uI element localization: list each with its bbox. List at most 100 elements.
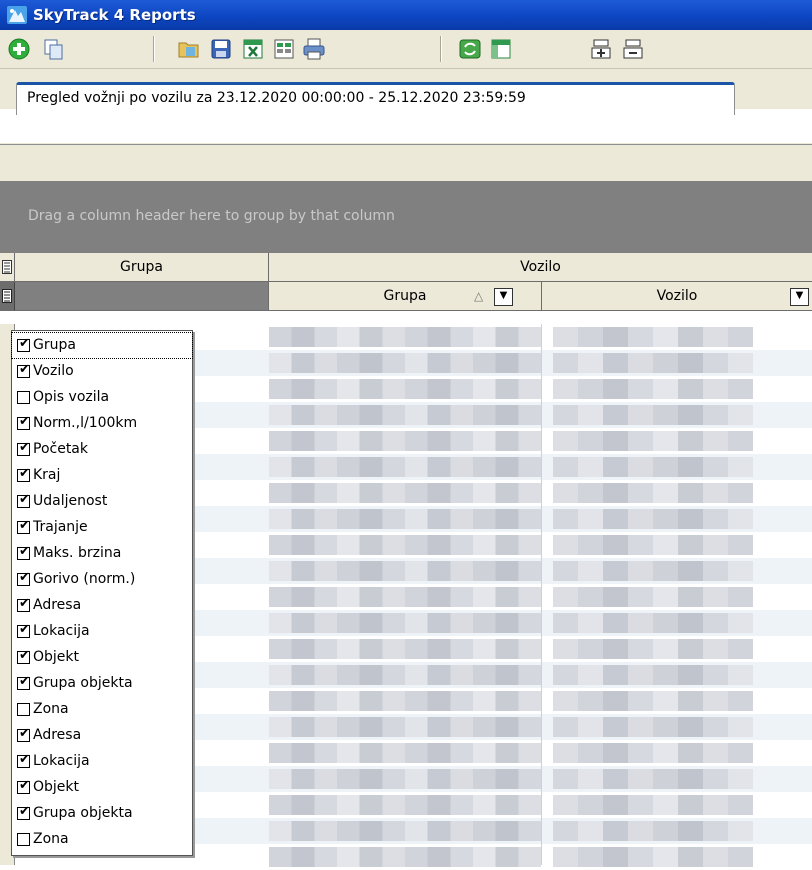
column-chooser-item-label: Opis vozila <box>33 389 110 405</box>
checkbox[interactable]: ✔ <box>17 414 30 430</box>
column-chooser-item[interactable]: ✔ Grupa objekta <box>12 801 192 826</box>
refresh-icon[interactable] <box>458 37 482 61</box>
filter-dropdown-button[interactable]: ▼ <box>494 288 513 306</box>
checkmark-icon: ✔ <box>19 648 30 663</box>
app-logo-icon <box>7 6 27 24</box>
checkbox[interactable]: ✔ <box>17 752 30 768</box>
checkmark-icon: ✔ <box>19 804 30 819</box>
column-chooser-button[interactable] <box>0 253 15 282</box>
column-chooser-item[interactable]: ✔ Adresa <box>12 723 192 748</box>
checkbox[interactable]: ✔ <box>17 518 30 534</box>
add-icon[interactable] <box>7 37 31 61</box>
checkbox[interactable]: ✔ <box>17 492 30 508</box>
column-chooser-item-label: Adresa <box>33 597 82 613</box>
checkbox[interactable]: ✔ <box>17 544 30 560</box>
column-chooser-item[interactable]: Opis vozila <box>12 385 192 410</box>
band-header-vozilo-label: Vozilo <box>520 259 561 275</box>
column-chooser-button-active[interactable] <box>0 282 15 311</box>
vozilo-cell <box>553 405 753 425</box>
grupa-cell <box>269 483 541 503</box>
column-chooser-item[interactable]: ✔ Adresa <box>12 593 192 618</box>
checkbox[interactable]: ✔ <box>17 362 30 378</box>
toolbar-separator <box>440 36 442 62</box>
export-icon[interactable] <box>272 37 296 61</box>
column-header-vozilo-label: Vozilo <box>656 288 698 304</box>
column-chooser-item-label: Norm.,l/100km <box>33 415 138 431</box>
checkbox[interactable] <box>17 703 30 716</box>
column-header-grupa[interactable]: Grupa △ ▼ <box>269 282 542 311</box>
checkbox[interactable]: ✔ <box>17 674 30 690</box>
checkmark-icon: ✔ <box>19 466 30 481</box>
column-header-grupa-label: Grupa <box>383 288 427 304</box>
column-chooser-item[interactable]: ✔ Vozilo <box>12 359 192 384</box>
grupa-cell <box>269 405 541 425</box>
group-by-panel[interactable]: Drag a column header here to group by th… <box>0 181 812 253</box>
checkmark-icon: ✔ <box>19 492 30 507</box>
column-chooser-item[interactable]: ✔ Objekt <box>12 645 192 670</box>
grupa-cell <box>269 639 541 659</box>
column-chooser-item[interactable]: ✔ Gorivo (norm.) <box>12 567 192 592</box>
grupa-cell <box>269 353 541 373</box>
print-icon[interactable] <box>302 37 326 61</box>
column-chooser-item[interactable]: ✔ Objekt <box>12 775 192 800</box>
column-chooser-item-label: Trajanje <box>33 519 88 535</box>
column-chooser-item[interactable]: ✔ Trajanje <box>12 515 192 540</box>
checkbox[interactable]: ✔ <box>17 440 30 456</box>
checkbox[interactable]: ✔ <box>17 622 30 638</box>
checkbox[interactable]: ✔ <box>17 648 30 664</box>
grupa-cell <box>269 613 541 633</box>
save-icon[interactable] <box>209 37 233 61</box>
column-chooser-item[interactable]: ✔ Lokacija <box>12 749 192 774</box>
column-chooser-item[interactable]: ✔ Lokacija <box>12 619 192 644</box>
window-icon[interactable] <box>489 37 513 61</box>
column-chooser-item[interactable]: ✔ Norm.,l/100km <box>12 411 192 436</box>
title-bar: SkyTrack 4 Reports <box>0 0 812 30</box>
checkbox[interactable]: ✔ <box>17 778 30 794</box>
column-chooser-item-label: Grupa objekta <box>33 805 133 821</box>
grupa-cell <box>269 795 541 815</box>
column-chooser-item[interactable]: Zona <box>12 697 192 722</box>
tab-report[interactable]: Pregled vožnji po vozilu za 23.12.2020 0… <box>16 82 735 115</box>
column-chooser-icon <box>2 289 12 303</box>
column-chooser-item[interactable]: ✔ Maks. brzina <box>12 541 192 566</box>
checkbox[interactable]: ✔ <box>17 596 30 612</box>
copy-icon[interactable] <box>41 37 65 61</box>
vozilo-cell <box>553 431 753 451</box>
column-chooser-item[interactable]: ✔ Kraj <box>12 463 192 488</box>
column-chooser-item-label: Udaljenost <box>33 493 108 509</box>
vozilo-cell <box>553 665 753 685</box>
checkbox[interactable]: ✔ <box>17 726 30 742</box>
checkbox[interactable] <box>17 391 30 404</box>
column-chooser-item[interactable]: Zona <box>12 827 192 852</box>
grupa-cell <box>269 509 541 529</box>
collapse-all-icon[interactable] <box>621 37 645 61</box>
column-chooser-item[interactable]: ✔ Udaljenost <box>12 489 192 514</box>
open-folder-icon[interactable] <box>177 37 201 61</box>
checkbox[interactable]: ✔ <box>17 570 30 586</box>
column-chooser-item[interactable]: ✔ Početak <box>12 437 192 462</box>
excel-icon[interactable] <box>241 37 265 61</box>
grupa-cell <box>269 327 541 347</box>
column-chooser-item-label: Početak <box>33 441 88 457</box>
column-chooser-item-label: Zona <box>33 701 69 717</box>
band-header-vozilo[interactable]: Vozilo <box>269 253 812 282</box>
checkmark-icon: ✔ <box>19 596 30 611</box>
checkbox[interactable] <box>17 833 30 846</box>
checkbox[interactable]: ✔ <box>17 466 30 482</box>
filter-dropdown-button[interactable]: ▼ <box>790 288 809 306</box>
expand-all-icon[interactable] <box>589 37 613 61</box>
column-divider <box>541 324 542 865</box>
column-chooser-item-label: Vozilo <box>33 363 74 379</box>
column-chooser-item[interactable]: ✔ Grupa objekta <box>12 671 192 696</box>
column-header-vozilo[interactable]: Vozilo ▼ <box>542 282 812 311</box>
grupa-cell <box>269 457 541 477</box>
column-chooser-item[interactable]: ✔ Grupa <box>11 332 193 359</box>
grupa-cell <box>269 561 541 581</box>
band-header-grupa[interactable]: Grupa <box>15 253 269 282</box>
vozilo-cell <box>553 327 753 347</box>
checkmark-icon: ✔ <box>19 336 30 351</box>
column-chooser-icon <box>2 260 12 274</box>
checkbox[interactable]: ✔ <box>17 804 30 820</box>
checkbox[interactable]: ✔ <box>17 336 30 352</box>
vozilo-cell <box>553 587 753 607</box>
